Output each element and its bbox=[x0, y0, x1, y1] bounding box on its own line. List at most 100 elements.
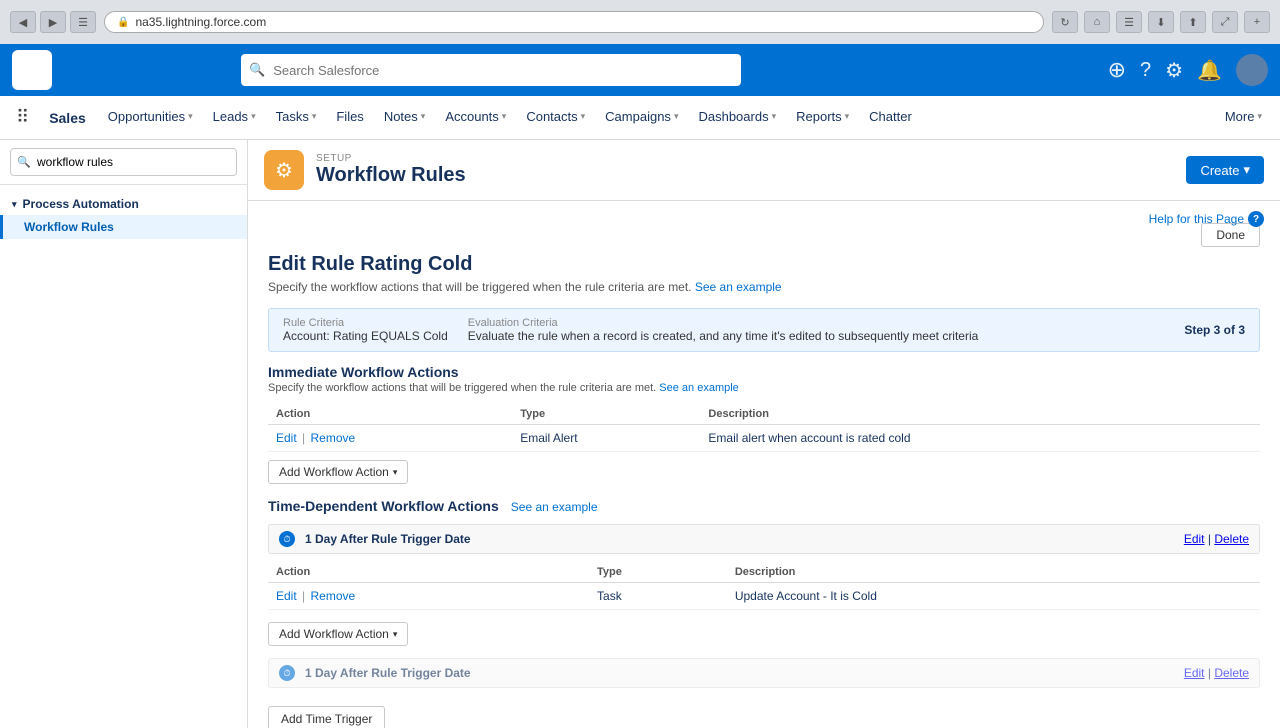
help-link-label: Help for this Page bbox=[1149, 212, 1244, 226]
rule-criteria-value: Account: Rating EQUALS Cold bbox=[283, 329, 448, 343]
see-example-link[interactable]: See an example bbox=[695, 280, 782, 294]
sidebar-search-input[interactable] bbox=[10, 148, 237, 176]
time-trigger-delete-link[interactable]: Delete bbox=[1214, 666, 1249, 680]
time-dependent-section-title: Time-Dependent Workflow Actions bbox=[268, 498, 499, 514]
edit-rule-subtitle: Specify the workflow actions that will b… bbox=[268, 280, 1260, 294]
time-dependent-see-example-link[interactable]: See an example bbox=[511, 500, 598, 514]
add-icon[interactable]: ⊕ bbox=[1108, 57, 1126, 83]
forward-button[interactable]: ▶ bbox=[40, 11, 66, 33]
help-link[interactable]: Help for this Page ? bbox=[1149, 211, 1264, 227]
nav-item-more[interactable]: More ▾ bbox=[1215, 96, 1272, 140]
nav-item-chatter[interactable]: Chatter bbox=[859, 96, 922, 140]
time-trigger-action-cell: Edit | Remove bbox=[268, 583, 589, 610]
share-button[interactable]: ⬆ bbox=[1180, 11, 1206, 33]
nav-bar: ⠿ Sales Opportunities ▾ Leads ▾ Tasks ▾ … bbox=[0, 96, 1280, 140]
col-type: Type bbox=[512, 404, 700, 425]
nav-item-opportunities[interactable]: Opportunities ▾ bbox=[98, 96, 203, 140]
nav-item-leads[interactable]: Leads ▾ bbox=[203, 96, 266, 140]
address-bar[interactable]: 🔒 na35.lightning.force.com bbox=[104, 11, 1044, 33]
nav-leads-label: Leads bbox=[213, 109, 248, 124]
nav-item-tasks[interactable]: Tasks ▾ bbox=[266, 96, 327, 140]
time-trigger-delete-link[interactable]: Delete bbox=[1214, 532, 1249, 546]
rule-criteria-group: Rule Criteria Account: Rating EQUALS Col… bbox=[283, 317, 448, 343]
salesforce-logo[interactable]: sf bbox=[12, 50, 52, 90]
edit-link[interactable]: Edit bbox=[276, 431, 297, 445]
help-icon[interactable]: ? bbox=[1140, 59, 1151, 82]
nav-item-dashboards[interactable]: Dashboards ▾ bbox=[688, 96, 786, 140]
chevron-down-icon: ▾ bbox=[502, 111, 507, 122]
tab-button[interactable]: ☰ bbox=[70, 11, 96, 33]
col-type: Type bbox=[589, 562, 727, 583]
remove-link[interactable]: Remove bbox=[311, 589, 356, 603]
setup-label: SETUP bbox=[316, 153, 1174, 164]
time-trigger-1-label: 1 Day After Rule Trigger Date bbox=[305, 532, 1174, 546]
time-trigger-2: ⏱ 1 Day After Rule Trigger Date Edit | D… bbox=[268, 658, 1260, 688]
add-workflow-action-button-time1[interactable]: Add Workflow Action ▾ bbox=[268, 622, 408, 646]
evaluation-criteria-value: Evaluate the rule when a record is creat… bbox=[468, 329, 979, 343]
main-content[interactable]: Done Help for this Page ? Edit Rule Rati… bbox=[248, 201, 1280, 728]
nav-dashboards-label: Dashboards bbox=[698, 109, 768, 124]
sidebar-search-area: 🔍 bbox=[0, 140, 247, 185]
nav-more-label: More bbox=[1225, 109, 1255, 124]
chevron-down-icon: ▾ bbox=[393, 629, 398, 640]
nav-item-files[interactable]: Files bbox=[326, 96, 373, 140]
page-header: ⚙ SETUP Workflow Rules Create ▾ bbox=[248, 140, 1280, 201]
edit-link[interactable]: Edit bbox=[276, 589, 297, 603]
add-time-trigger-label: Add Time Trigger bbox=[281, 712, 372, 726]
back-button[interactable]: ◀ bbox=[10, 11, 36, 33]
nav-contacts-label: Contacts bbox=[526, 109, 577, 124]
chevron-down-icon: ▾ bbox=[12, 199, 17, 210]
nav-item-contacts[interactable]: Contacts ▾ bbox=[516, 96, 595, 140]
time-trigger-1-row: Edit | Remove Task Update Account - It i… bbox=[268, 583, 1260, 610]
nav-item-notes[interactable]: Notes ▾ bbox=[374, 96, 436, 140]
content-area: ⚙ SETUP Workflow Rules Create ▾ Done Hel… bbox=[248, 140, 1280, 728]
nav-item-accounts[interactable]: Accounts ▾ bbox=[435, 96, 516, 140]
create-button[interactable]: Create ▾ bbox=[1186, 156, 1264, 184]
settings-icon[interactable]: ⚙ bbox=[1165, 58, 1183, 83]
lock-icon: 🔒 bbox=[117, 17, 129, 28]
nav-tasks-label: Tasks bbox=[276, 109, 309, 124]
immediate-subtitle-text: Specify the workflow actions that will b… bbox=[268, 382, 659, 394]
home-button[interactable]: ⌂ bbox=[1084, 11, 1110, 33]
more-button[interactable]: + bbox=[1244, 11, 1270, 33]
sidebar-search-wrapper: 🔍 bbox=[10, 148, 237, 176]
step-label: Step 3 of 3 bbox=[1184, 323, 1245, 337]
chevron-down-icon: ▾ bbox=[772, 111, 777, 122]
time-trigger-edit-link[interactable]: Edit bbox=[1184, 532, 1205, 546]
time-trigger-edit-link[interactable]: Edit bbox=[1184, 666, 1205, 680]
done-area-top: Done bbox=[268, 217, 1260, 253]
chevron-down-icon: ▾ bbox=[674, 111, 679, 122]
search-input[interactable] bbox=[241, 54, 741, 86]
add-workflow-label: Add Workflow Action bbox=[279, 627, 389, 641]
nav-item-reports[interactable]: Reports ▾ bbox=[786, 96, 859, 140]
expand-button[interactable]: ⤢ bbox=[1212, 11, 1238, 33]
refresh-button[interactable]: ↻ bbox=[1052, 11, 1078, 33]
immediate-see-example-link[interactable]: See an example bbox=[659, 382, 739, 394]
immediate-actions-table: Action Type Description Edit | Remove bbox=[268, 404, 1260, 452]
sidebar-item-label: Workflow Rules bbox=[24, 220, 114, 234]
edit-rule-container: Done Help for this Page ? Edit Rule Rati… bbox=[248, 201, 1280, 728]
browser-action-buttons: ↻ ⌂ ☰ ⬇ ⬆ ⤢ + bbox=[1052, 11, 1270, 33]
page-icon-char: ⚙ bbox=[275, 158, 293, 183]
nav-item-campaigns[interactable]: Campaigns ▾ bbox=[595, 96, 688, 140]
remove-link[interactable]: Remove bbox=[311, 431, 356, 445]
chevron-down-icon: ▾ bbox=[312, 111, 317, 122]
history-button[interactable]: ☰ bbox=[1116, 11, 1142, 33]
sidebar-item-workflow-rules[interactable]: Workflow Rules bbox=[0, 215, 247, 239]
app-launcher-icon[interactable]: ⠿ bbox=[8, 107, 37, 128]
nav-reports-label: Reports bbox=[796, 109, 842, 124]
sidebar-section-header[interactable]: ▾ Process Automation bbox=[0, 193, 247, 215]
download-button[interactable]: ⬇ bbox=[1148, 11, 1174, 33]
help-icon: ? bbox=[1248, 211, 1264, 227]
add-time-trigger-button[interactable]: Add Time Trigger bbox=[268, 706, 385, 728]
col-description: Description bbox=[727, 562, 1260, 583]
page-header-text: SETUP Workflow Rules bbox=[316, 153, 1174, 187]
time-trigger-1-table: Action Type Description Edit | Remove bbox=[268, 562, 1260, 610]
evaluation-criteria-label: Evaluation Criteria bbox=[468, 317, 979, 329]
chevron-down-icon: ▾ bbox=[251, 111, 256, 122]
notification-icon[interactable]: 🔔 bbox=[1197, 58, 1222, 83]
user-avatar[interactable] bbox=[1236, 54, 1268, 86]
evaluation-criteria-group: Evaluation Criteria Evaluate the rule wh… bbox=[468, 317, 979, 343]
step-banner: Rule Criteria Account: Rating EQUALS Col… bbox=[268, 308, 1260, 352]
add-workflow-action-button[interactable]: Add Workflow Action ▾ bbox=[268, 460, 408, 484]
